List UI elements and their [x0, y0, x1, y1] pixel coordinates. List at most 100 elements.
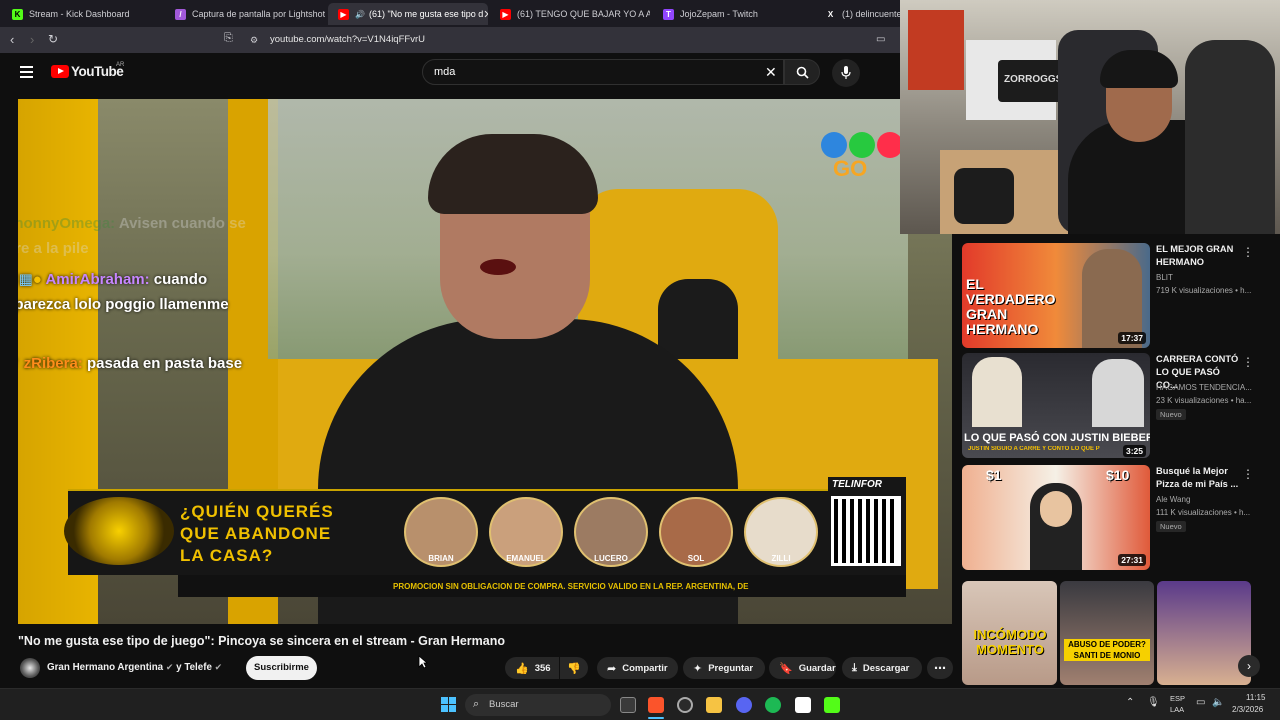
video-duration: 3:25: [1122, 445, 1146, 457]
video-thumbnail[interactable]: $1 $10 27:31: [962, 465, 1150, 570]
share-button[interactable]: ➦ Compartir: [597, 657, 678, 679]
ask-button[interactable]: ✦ Preguntar: [683, 657, 765, 679]
thumbs-up-icon: 👍: [515, 662, 529, 675]
spotify-icon[interactable]: [765, 697, 781, 713]
more-options-icon[interactable]: ⋮: [1242, 467, 1254, 481]
twitch-icon: T: [663, 8, 674, 20]
microphone-tray-icon[interactable]: 🎙: [1147, 697, 1160, 708]
search-icon: ⌕: [473, 698, 480, 710]
close-tab-icon[interactable]: ✕: [483, 8, 488, 21]
subscribe-button[interactable]: Suscribirme: [246, 656, 317, 680]
bookmark-icon[interactable]: ⎘: [224, 32, 233, 45]
browser-tab[interactable]: K Stream - Kick Dashboard: [2, 3, 162, 25]
disclaimer-text: PROMOCION SIN OBLIGACION DE COMPRA. SERV…: [393, 582, 749, 591]
search-input[interactable]: mda ✕: [422, 59, 784, 85]
video-meta: 23 K visualizaciones • ha...: [1156, 396, 1252, 405]
screen-icon[interactable]: ▭: [876, 34, 885, 45]
reload-icon[interactable]: ↻: [48, 32, 58, 46]
brave-browser-icon[interactable]: [648, 697, 664, 713]
video-title: "No me gusta ese tipo de juego": Pincoya…: [18, 634, 506, 648]
video-player[interactable]: GO JhonnyOmega: Avisen cuando se tire a …: [18, 99, 952, 624]
short-thumbnail[interactable]: INCÓMODO MOMENTO: [962, 581, 1057, 685]
tray-expand-icon[interactable]: ⌃: [1126, 697, 1134, 708]
recommended-video[interactable]: EL VERDADERO GRAN HERMANO 17:37 EL MEJOR…: [962, 243, 1262, 348]
channel-avatar[interactable]: [20, 658, 40, 678]
more-actions-button[interactable]: ⋯: [927, 657, 953, 679]
channel-name[interactable]: HAGAMOS TENDENCIA...: [1156, 383, 1252, 392]
browser-tab[interactable]: ▶ (61) TENGO QUE BAJAR YO A ARRE: [490, 3, 650, 25]
taskbar-search[interactable]: ⌕ Buscar: [465, 694, 611, 716]
address-bar[interactable]: youtube.com/watch?v=V1N4iqFFvrU: [270, 34, 425, 45]
search-query[interactable]: mda: [434, 66, 455, 78]
windows-start-icon[interactable]: [441, 697, 456, 712]
candidate-photo: LUCERO: [574, 497, 648, 567]
search-button[interactable]: [784, 59, 820, 85]
site-info-icon[interactable]: ⚙: [250, 35, 258, 46]
more-options-icon[interactable]: ⋮: [1242, 245, 1254, 259]
tab-title: (61) TENGO QUE BAJAR YO A ARRE: [517, 9, 650, 19]
tab-title: Stream - Kick Dashboard: [29, 9, 130, 19]
browser-toolbar: ‹ › ↻ ⎘ ⚙ youtube.com/watch?v=V1N4iqFFvr…: [0, 27, 900, 53]
menu-icon[interactable]: [20, 66, 33, 78]
short-thumbnail[interactable]: [1157, 581, 1251, 685]
disclaimer-strip: PROMOCION SIN OBLIGACION DE COMPRA. SERV…: [178, 575, 906, 597]
search-icon: [796, 66, 809, 79]
dislike-button[interactable]: 👎: [560, 657, 588, 679]
discord-icon[interactable]: [736, 697, 752, 713]
more-options-icon[interactable]: ⋮: [1242, 355, 1254, 369]
voice-search-button[interactable]: [832, 59, 860, 87]
file-explorer-icon[interactable]: [706, 697, 722, 713]
clear-search-icon[interactable]: ✕: [765, 64, 777, 81]
video-title[interactable]: EL MEJOR GRAN HERMANO: [1156, 243, 1244, 269]
recommended-video[interactable]: LO QUE PASÓ CON JUSTIN BIEBER JUSTIN SIG…: [962, 353, 1262, 458]
save-button[interactable]: 🔖 Guardar: [769, 657, 836, 679]
network-icon[interactable]: ▭: [1196, 697, 1205, 708]
streamer-hair: [1100, 50, 1178, 88]
badge-icon: ✖▦: [18, 271, 33, 288]
verified-icon: ✔: [214, 662, 223, 672]
eye-logo-icon: [64, 497, 174, 565]
next-arrow-icon[interactable]: ›: [1238, 655, 1260, 677]
app-icon[interactable]: [677, 697, 693, 713]
x-icon: X: [827, 9, 834, 19]
keyboard: [954, 168, 1014, 224]
video-thumbnail[interactable]: LO QUE PASÓ CON JUSTIN BIEBER JUSTIN SIG…: [962, 353, 1150, 458]
tab-title: Captura de pantalla por Lightshot: [192, 9, 325, 19]
bookmark-icon: 🔖: [779, 662, 793, 675]
recommended-video[interactable]: $1 $10 27:31 Busqué la Mejor Pizza de mi…: [962, 465, 1262, 570]
short-thumbnail[interactable]: ABUSO DE PODER? SANTI DE MONIO: [1060, 581, 1154, 685]
sparkle-icon: ✦: [693, 662, 703, 675]
like-button[interactable]: 👍 356: [505, 657, 559, 679]
browser-tab[interactable]: X (1) delincuente en: [815, 3, 905, 25]
youtube-icon: ▶: [338, 8, 349, 20]
download-button[interactable]: ⤓ Descargar: [842, 657, 922, 679]
youtube-logo-icon[interactable]: [51, 65, 69, 78]
kick-icon[interactable]: [824, 697, 840, 713]
forward-icon[interactable]: ›: [30, 32, 34, 47]
poll-banner: ¿QUIÉN QUERÉS QUE ABANDONE LA CASA? BRIA…: [64, 489, 828, 575]
channel-name[interactable]: BLIT: [1156, 273, 1173, 282]
windows-taskbar: ⌕ Buscar ⌃ 🎙 ESP LAA ▭ 🔈 11:15 2/3/2026: [0, 688, 1280, 720]
channel-name[interactable]: Ale Wang: [1156, 495, 1190, 504]
more-horizontal-icon: ⋯: [934, 661, 946, 675]
country-code: AR: [116, 62, 125, 68]
new-badge: Nuevo: [1156, 521, 1186, 532]
browser-tab[interactable]: T JojoZepam - Twitch: [653, 3, 813, 25]
video-title[interactable]: Busqué la Mejor Pizza de mi País ...: [1156, 465, 1244, 491]
browser-tab-active[interactable]: ▶ 🔊 (61) "No me gusta ese tipo d ✕: [328, 3, 488, 25]
browser-tab[interactable]: / Captura de pantalla por Lightshot: [165, 3, 325, 25]
tab-title: JojoZepam - Twitch: [680, 9, 758, 19]
channel-name[interactable]: Gran Hermano Argentina ✔ y Telefe ✔: [47, 662, 222, 673]
video-thumbnail[interactable]: EL VERDADERO GRAN HERMANO 17:37: [962, 243, 1150, 348]
clock-date[interactable]: 2/3/2026: [1232, 705, 1263, 714]
volume-icon[interactable]: 🔈: [1212, 697, 1224, 708]
keyboard-layout: LAA: [1170, 705, 1185, 714]
microphone-icon: [841, 66, 851, 79]
chat-message: ♛ zRibera: pasada en pasta base: [18, 351, 266, 376]
task-view-icon[interactable]: [620, 697, 636, 713]
back-icon[interactable]: ‹: [10, 32, 14, 47]
language-indicator[interactable]: ESP: [1170, 694, 1185, 703]
poster: [908, 10, 964, 90]
capcut-icon[interactable]: [795, 697, 811, 713]
clock-time[interactable]: 11:15: [1246, 693, 1265, 702]
